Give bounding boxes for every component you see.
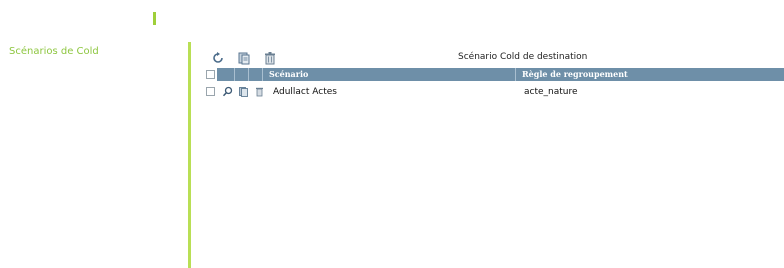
top-tick-divider [153, 12, 156, 25]
search-icon[interactable] [221, 86, 233, 98]
header-bar: Scénario Règle de regroupement [217, 68, 784, 81]
column-header-rule[interactable]: Règle de regroupement [516, 68, 784, 81]
copy-row-icon[interactable] [237, 86, 249, 98]
sidebar-title[interactable]: Scénarios de Cold [9, 46, 99, 57]
vertical-divider [188, 42, 191, 268]
refresh-icon[interactable] [210, 50, 226, 66]
copy-icon[interactable] [236, 50, 252, 66]
trash-icon[interactable] [262, 50, 278, 66]
page: Scénarios de Cold Scénario Cold de desti… [0, 0, 784, 268]
panel-title: Scénario Cold de destination [458, 52, 588, 62]
header-icon-col-2 [235, 68, 249, 81]
scenario-table: Scénario Règle de regroupement Adullact … [204, 68, 784, 99]
row-checkbox[interactable] [206, 87, 215, 96]
select-all-cell [204, 68, 217, 81]
table-header: Scénario Règle de regroupement [204, 68, 784, 81]
select-all-checkbox[interactable] [206, 70, 215, 79]
delete-row-icon[interactable] [253, 86, 265, 98]
table-row[interactable]: Adullact Actes acte_nature [204, 84, 784, 99]
header-icon-col-1 [217, 68, 235, 81]
row-check-cell [204, 87, 217, 96]
toolbar [210, 49, 278, 67]
column-header-scenario[interactable]: Scénario [263, 68, 516, 81]
cell-scenario: Adullact Actes [273, 86, 337, 97]
cell-rule: acte_nature [524, 86, 578, 97]
header-icon-col-3 [249, 68, 263, 81]
